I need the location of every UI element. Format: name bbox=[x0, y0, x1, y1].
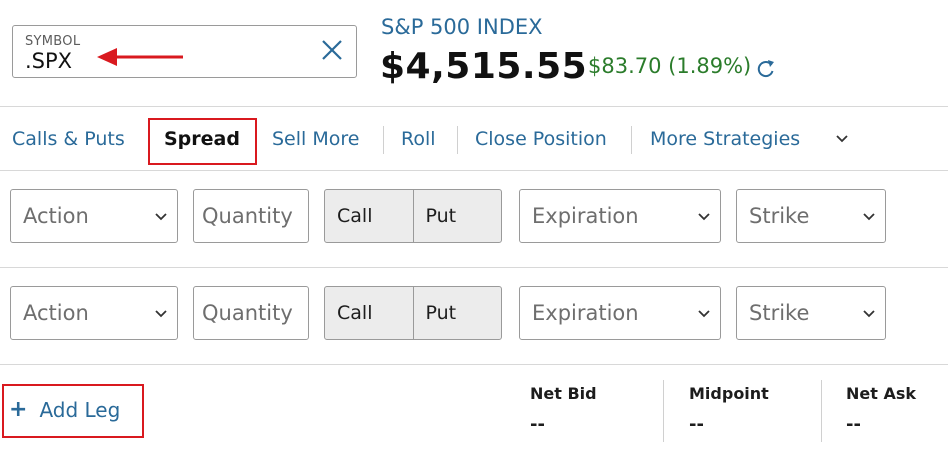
net-bid-label: Net Bid bbox=[530, 384, 597, 403]
put-button[interactable]: Put bbox=[412, 287, 502, 339]
strike-select[interactable]: Strike bbox=[736, 189, 886, 243]
plus-icon: + bbox=[9, 397, 28, 422]
divider bbox=[0, 106, 948, 107]
metric-separator bbox=[663, 380, 664, 442]
strike-placeholder: Strike bbox=[749, 204, 810, 228]
put-button[interactable]: Put bbox=[412, 190, 502, 242]
chevron-down-icon bbox=[155, 310, 167, 318]
tab-separator bbox=[383, 126, 384, 154]
net-ask-value: -- bbox=[846, 414, 861, 435]
add-leg-button[interactable]: + Add Leg bbox=[9, 398, 120, 422]
call-button[interactable]: Call bbox=[325, 190, 413, 242]
midpoint-label: Midpoint bbox=[689, 384, 769, 403]
chevron-down-icon[interactable] bbox=[834, 131, 850, 147]
expiration-placeholder: Expiration bbox=[532, 301, 639, 325]
quantity-input[interactable]: Quantity bbox=[193, 189, 309, 243]
quantity-placeholder: Quantity bbox=[202, 301, 293, 325]
expiration-select[interactable]: Expiration bbox=[519, 286, 721, 340]
chevron-down-icon bbox=[863, 310, 875, 318]
refresh-icon[interactable] bbox=[756, 57, 776, 79]
call-put-toggle: Call Put bbox=[324, 286, 502, 340]
metric-separator bbox=[821, 380, 822, 442]
tab-calls-puts[interactable]: Calls & Puts bbox=[12, 128, 125, 150]
spread-highlight-box bbox=[148, 118, 257, 165]
strike-select[interactable]: Strike bbox=[736, 286, 886, 340]
chevron-down-icon bbox=[155, 213, 167, 221]
tab-separator bbox=[631, 126, 632, 154]
action-select[interactable]: Action bbox=[10, 189, 178, 243]
chevron-down-icon bbox=[698, 213, 710, 221]
divider bbox=[0, 364, 948, 365]
quote-change: $83.70 (1.89%) bbox=[588, 54, 752, 78]
net-bid-value: -- bbox=[530, 414, 545, 435]
chevron-down-icon bbox=[863, 213, 875, 221]
chevron-down-icon bbox=[698, 310, 710, 318]
tab-separator bbox=[457, 126, 458, 154]
strike-placeholder: Strike bbox=[749, 301, 810, 325]
net-ask-label: Net Ask bbox=[846, 384, 917, 403]
tab-sell-more[interactable]: Sell More bbox=[272, 128, 359, 150]
symbol-value[interactable]: .SPX bbox=[25, 49, 72, 73]
call-put-toggle: Call Put bbox=[324, 189, 502, 243]
add-leg-label: Add Leg bbox=[39, 398, 121, 422]
quantity-input[interactable]: Quantity bbox=[193, 286, 309, 340]
divider bbox=[0, 170, 948, 171]
tab-roll[interactable]: Roll bbox=[401, 128, 436, 150]
expiration-select[interactable]: Expiration bbox=[519, 189, 721, 243]
arrow-left-icon bbox=[97, 48, 183, 66]
tab-close-position[interactable]: Close Position bbox=[475, 128, 607, 150]
call-button[interactable]: Call bbox=[325, 287, 413, 339]
action-placeholder: Action bbox=[23, 204, 89, 228]
quote-title: S&P 500 INDEX bbox=[381, 15, 543, 39]
quantity-placeholder: Quantity bbox=[202, 204, 293, 228]
quote-price: $4,515.55 bbox=[380, 46, 588, 87]
action-select[interactable]: Action bbox=[10, 286, 178, 340]
close-icon[interactable] bbox=[318, 37, 346, 65]
tab-more-strategies[interactable]: More Strategies bbox=[650, 128, 800, 150]
symbol-label: SYMBOL bbox=[25, 34, 81, 49]
action-placeholder: Action bbox=[23, 301, 89, 325]
midpoint-value: -- bbox=[689, 414, 704, 435]
divider bbox=[0, 267, 948, 268]
expiration-placeholder: Expiration bbox=[532, 204, 639, 228]
